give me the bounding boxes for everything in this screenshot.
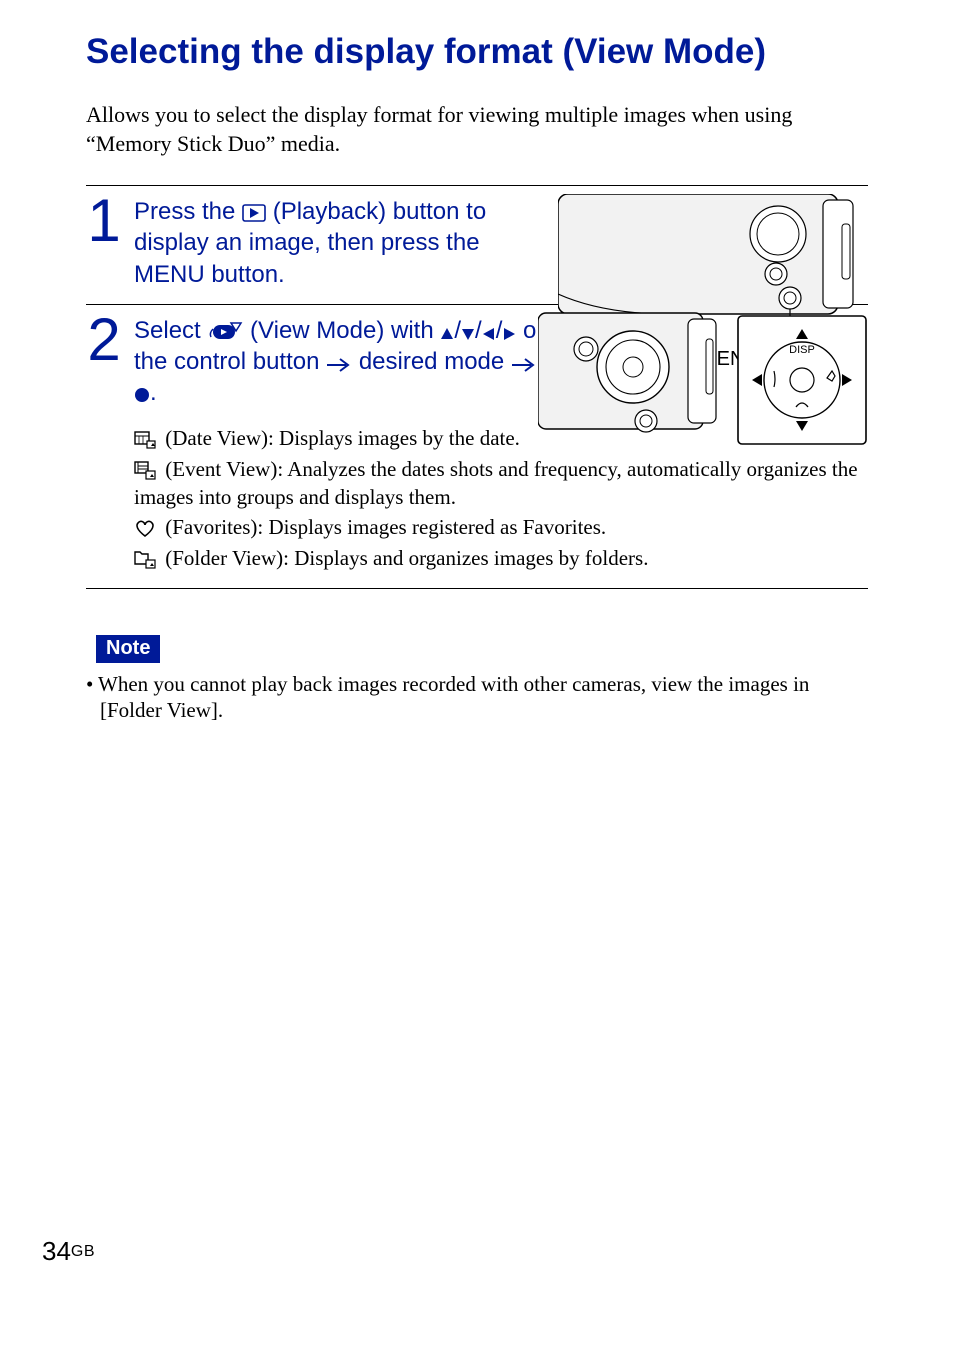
text: (Folder View): Displays and organizes im… [160, 546, 648, 570]
text: Select [134, 317, 207, 344]
bullet-icon: • [86, 671, 98, 697]
text: / [475, 317, 482, 344]
text: / [454, 317, 461, 344]
step-2-instruction: Select (View Mode) with /// on the contr… [134, 315, 554, 409]
left-arrow-icon [482, 327, 496, 341]
text: . [150, 379, 157, 406]
camera-illustration-2: DISP [538, 311, 868, 456]
page-number-suffix: GB [71, 1243, 95, 1260]
step-1-instruction: Press the (Playback) button to display a… [134, 196, 554, 290]
text: (Favorites): Displays images registered … [160, 515, 606, 539]
event-view-icon [134, 460, 156, 480]
date-view-icon [134, 429, 156, 449]
arrow-right-icon [326, 358, 352, 372]
page-title: Selecting the display format (View Mode) [86, 30, 868, 74]
step-2: 2 Select (View Mode) with /// on the con… [86, 305, 868, 589]
right-arrow-icon [502, 327, 516, 341]
view-mode-icon [207, 319, 243, 341]
page-number-value: 34 [42, 1236, 71, 1266]
mode-event-view: (Event View): Analyzes the dates shots a… [134, 455, 868, 512]
up-arrow-icon [440, 327, 454, 341]
intro-paragraph: Allows you to select the display format … [86, 100, 868, 159]
text: (View Mode) with [250, 317, 440, 344]
note-label: Note [96, 635, 160, 663]
playback-icon [242, 204, 266, 222]
mode-favorites: (Favorites): Displays images registered … [134, 513, 868, 541]
steps-container: 1 Press the (Playback) button to display… [86, 185, 868, 589]
down-arrow-icon [461, 327, 475, 341]
mode-folder-view: (Folder View): Displays and organizes im… [134, 544, 868, 572]
arrow-right-icon [511, 358, 537, 372]
folder-view-icon [134, 549, 156, 569]
text: (Date View): Displays images by the date… [160, 426, 520, 450]
text: When you cannot play back images recorde… [98, 672, 809, 722]
step-number: 1 [86, 194, 122, 248]
text: (Event View): Analyzes the dates shots a… [134, 457, 858, 509]
center-dot-icon [134, 387, 150, 403]
text: / [496, 317, 503, 344]
favorites-icon [134, 518, 156, 538]
text: Press the [134, 198, 242, 225]
step-number: 2 [86, 313, 122, 367]
note-item: •When you cannot play back images record… [86, 671, 868, 724]
page-number: 34GB [42, 1236, 95, 1267]
disp-label: DISP [789, 344, 815, 356]
step-1: 1 Press the (Playback) button to display… [86, 186, 868, 305]
text: desired mode [359, 348, 511, 375]
